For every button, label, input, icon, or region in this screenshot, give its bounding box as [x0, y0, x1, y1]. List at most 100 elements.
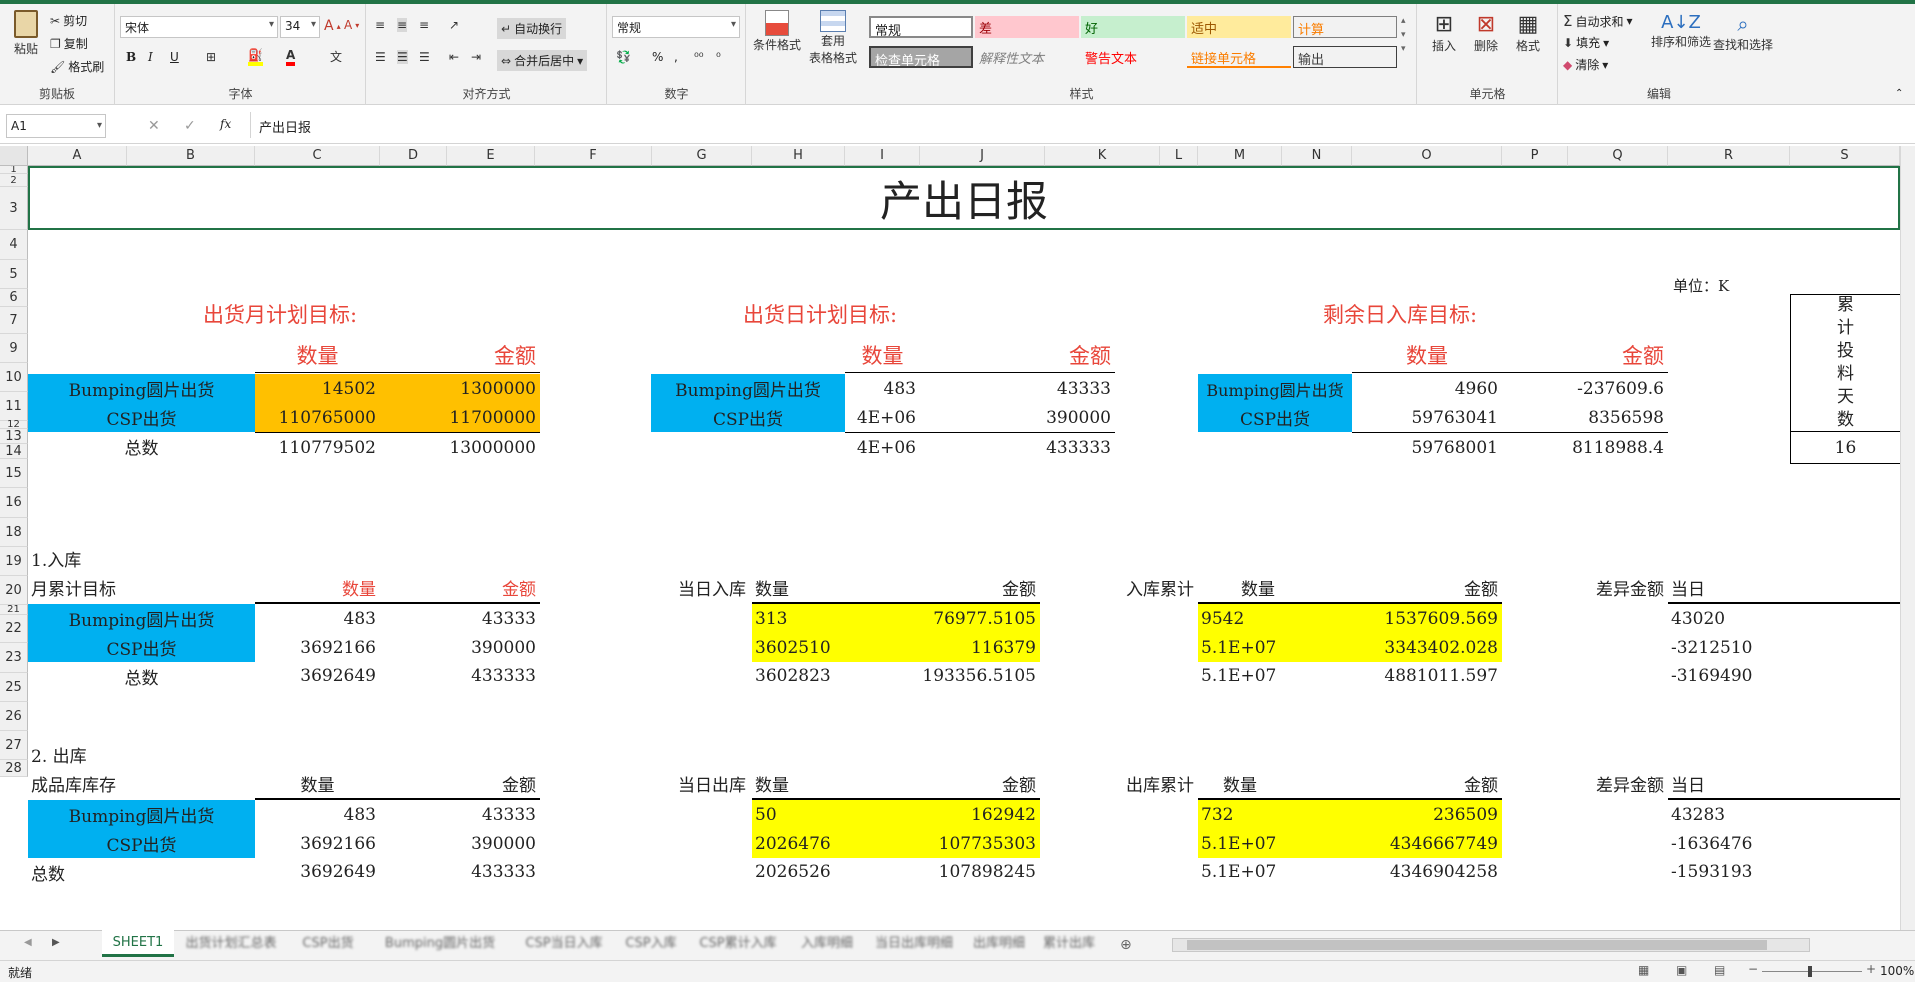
confirm-edit-button[interactable]: ✓: [184, 118, 196, 134]
row-header[interactable]: 20: [0, 576, 28, 605]
d-csp-label-cell[interactable]: CSP出货: [651, 403, 845, 432]
row-header[interactable]: 21: [0, 605, 28, 615]
horizontal-scrollbar[interactable]: [1172, 938, 1810, 952]
style-warning[interactable]: 警告文本: [1081, 46, 1185, 68]
sec2-row-label-cell[interactable]: CSP出货: [28, 633, 255, 662]
row-header[interactable]: 15: [0, 459, 28, 488]
outbound-stock-cell[interactable]: 成品库库存: [28, 768, 116, 798]
m-qty-header[interactable]: 数量: [255, 338, 380, 372]
border-button[interactable]: ⊞: [206, 50, 216, 64]
d-qty-header[interactable]: 数量: [845, 338, 920, 372]
sec2-cum-amt-cell[interactable]: 4881011.597: [1352, 662, 1502, 690]
table-format-button[interactable]: 套用 表格格式: [805, 10, 861, 66]
out-day-label-cell[interactable]: 当日出库: [650, 768, 750, 798]
page-break-button[interactable]: ▤: [1714, 963, 1725, 977]
zoom-level[interactable]: 100%: [1880, 964, 1914, 978]
normal-view-button[interactable]: ▦: [1638, 963, 1649, 977]
column-header[interactable]: R: [1668, 146, 1790, 166]
column-header[interactable]: H: [752, 146, 845, 166]
sec2-row-label-cell[interactable]: 总数: [28, 662, 255, 690]
column-header[interactable]: C: [255, 146, 380, 166]
row-header[interactable]: 25: [0, 673, 28, 702]
comma-button[interactable]: ,: [674, 50, 678, 64]
sec3-cum-amt-cell[interactable]: 4346904258: [1352, 858, 1502, 886]
sec2-cum-qty-cell[interactable]: 9542: [1198, 604, 1352, 633]
sec3-today-diff-cell[interactable]: -1636476: [1668, 829, 1818, 858]
sec3-row-label-cell[interactable]: CSP出货: [28, 829, 255, 858]
sheet-tab[interactable]: CSP出货: [290, 931, 366, 957]
phonetic-button[interactable]: 文: [330, 48, 342, 65]
daily-target-header[interactable]: 出货日计划目标:: [670, 296, 970, 332]
d-total-qty-cell[interactable]: 4E+06: [845, 432, 920, 464]
out-cum-label-cell[interactable]: 出库累计: [1100, 768, 1198, 798]
out-c-qty-header[interactable]: 数量: [1198, 768, 1282, 798]
horizontal-scroll-thumb[interactable]: [1187, 940, 1767, 950]
sec2-today-diff-cell[interactable]: -3212510: [1668, 633, 1818, 662]
out-m-amt-header[interactable]: 金额: [380, 768, 540, 798]
fill-button[interactable]: ⬇ 填充 ▾: [1563, 34, 1609, 51]
out-c-amt-header[interactable]: 金额: [1352, 768, 1502, 798]
sec2-day-qty-cell[interactable]: 3602510: [752, 633, 852, 662]
row-header[interactable]: 1: [0, 165, 28, 175]
in-cum-label-cell[interactable]: 入库累计: [1100, 572, 1198, 602]
sec2-cum-qty-cell[interactable]: 5.1E+07: [1198, 662, 1352, 690]
column-header[interactable]: D: [380, 146, 447, 166]
sec3-day-amt-cell[interactable]: 107735303: [852, 829, 1040, 858]
accounting-button[interactable]: 💱: [616, 50, 631, 64]
column-header[interactable]: J: [920, 146, 1045, 166]
in-m-qty-header[interactable]: 数量: [255, 572, 380, 602]
row-header[interactable]: 2: [0, 174, 28, 187]
column-header[interactable]: P: [1502, 146, 1568, 166]
style-bad[interactable]: 差: [975, 16, 1079, 38]
wrap-text-button[interactable]: ↵ 自动换行: [497, 18, 567, 39]
paste-button[interactable]: 粘贴: [6, 10, 46, 57]
number-format-combo[interactable]: 常规 ▾: [612, 16, 740, 38]
sec3-month-qty-cell[interactable]: 483: [255, 800, 380, 829]
in-d-amt-header[interactable]: 金额: [860, 572, 1040, 602]
sec2-cum-amt-cell[interactable]: 3343402.028: [1352, 633, 1502, 662]
sec2-month-qty-cell[interactable]: 483: [255, 604, 380, 633]
d-amt-header[interactable]: 金额: [920, 338, 1115, 372]
in-c-amt-header[interactable]: 金额: [1352, 572, 1502, 602]
m-csp-label-cell[interactable]: CSP出货: [28, 403, 255, 432]
sec3-row-label-cell[interactable]: Bumping圆片出货: [28, 800, 255, 829]
in-m-amt-header[interactable]: 金额: [380, 572, 540, 602]
sec3-day-amt-cell[interactable]: 107898245: [852, 858, 1040, 886]
cumulative-days-label-cell[interactable]: 累 计 投 料 天 数: [1790, 294, 1900, 432]
align-middle-button[interactable]: ≡: [397, 18, 408, 32]
formula-input[interactable]: 产出日报: [250, 112, 1910, 138]
row-header[interactable]: 22: [0, 615, 28, 643]
decrease-indent-button[interactable]: ⇤: [449, 50, 459, 64]
column-header[interactable]: O: [1352, 146, 1502, 166]
d-csp-qty-cell[interactable]: 4E+06: [845, 403, 920, 432]
row-header[interactable]: 14: [0, 444, 28, 459]
page-layout-button[interactable]: ▣: [1676, 963, 1687, 977]
column-header[interactable]: Q: [1568, 146, 1668, 166]
align-left-button[interactable]: ☰: [375, 50, 386, 64]
out-d-amt-header[interactable]: 金额: [860, 768, 1040, 798]
out-m-qty-header[interactable]: 数量: [255, 768, 380, 798]
m-amt-header[interactable]: 金额: [380, 338, 540, 372]
row-header[interactable]: 4: [0, 230, 28, 260]
select-all-corner[interactable]: [0, 146, 28, 166]
r-total-amt-cell[interactable]: 8118988.4: [1502, 432, 1668, 464]
d-csp-amt-cell[interactable]: 390000: [920, 403, 1115, 432]
r-csp-qty-cell[interactable]: 59763041: [1352, 403, 1502, 432]
sec3-month-amt-cell[interactable]: 390000: [380, 829, 540, 858]
percent-button[interactable]: %: [652, 50, 663, 64]
m-bumping-qty-cell[interactable]: 14502: [255, 374, 380, 403]
column-header[interactable]: G: [652, 146, 752, 166]
cancel-edit-button[interactable]: ✕: [148, 118, 160, 134]
row-header[interactable]: 9: [0, 334, 28, 363]
style-good[interactable]: 好: [1081, 16, 1185, 38]
in-d-qty-header[interactable]: 数量: [752, 572, 852, 602]
column-header[interactable]: L: [1160, 146, 1198, 166]
sec3-row-label-cell[interactable]: 总数: [28, 858, 255, 886]
sec2-day-amt-cell[interactable]: 76977.5105: [852, 604, 1040, 633]
sheet-tab[interactable]: Bumping圆片出货: [370, 931, 510, 957]
out-d-qty-header[interactable]: 数量: [752, 768, 852, 798]
conditional-format-button[interactable]: 条件格式: [751, 10, 803, 53]
style-neutral[interactable]: 适中: [1187, 16, 1291, 38]
m-total-amt-cell[interactable]: 13000000: [380, 432, 540, 464]
align-center-button[interactable]: ☰: [397, 50, 408, 64]
